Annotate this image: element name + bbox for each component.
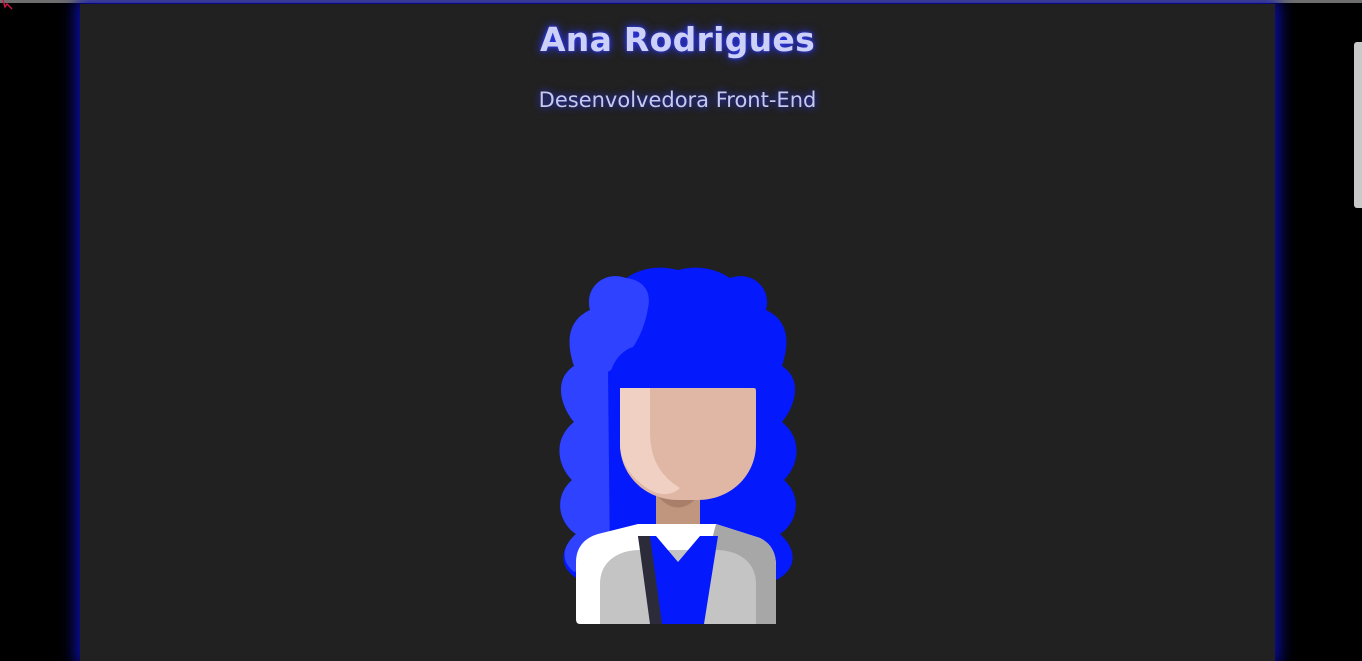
window-top-border [0,0,1362,3]
woman-developer-avatar-icon [559,267,797,624]
vertical-scrollbar[interactable] [1354,42,1362,208]
mouse-cursor-icon [2,0,13,10]
profile-name: Ana Rodrigues [539,20,816,59]
profile-role: Desenvolvedora Front-End [538,88,817,112]
profile-card: Ana Rodrigues Desenvolvedora Front-End [80,4,1275,661]
